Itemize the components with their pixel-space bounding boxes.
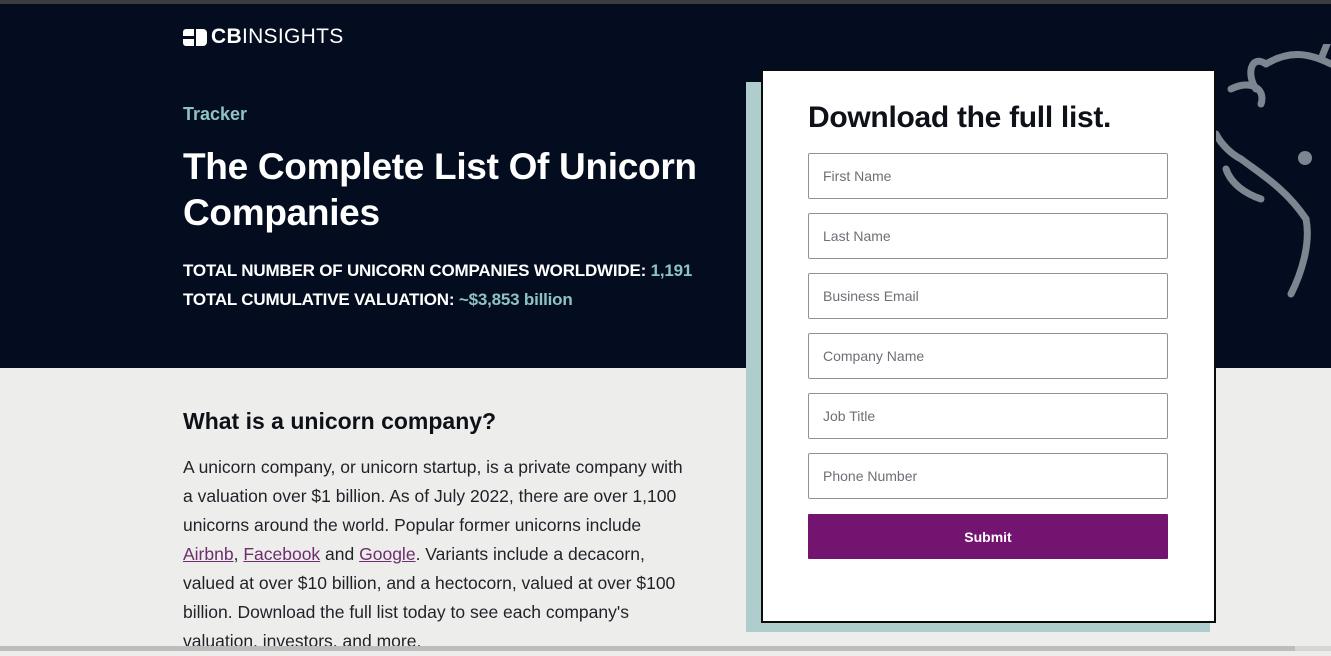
stat-label: TOTAL NUMBER OF UNICORN COMPANIES WORLDW… <box>183 261 647 280</box>
stat-label: TOTAL CUMULATIVE VALUATION: <box>183 290 455 309</box>
stat-total-unicorns: TOTAL NUMBER OF UNICORN COMPANIES WORLDW… <box>183 261 692 281</box>
horizontal-scrollbar[interactable] <box>0 646 1331 651</box>
scrollbar-thumb[interactable] <box>0 646 1295 651</box>
eyebrow-label: Tracker <box>183 104 248 124</box>
job-title-field[interactable] <box>808 393 1168 439</box>
link-airbnb[interactable]: Airbnb <box>183 544 234 564</box>
logo-mark-icon <box>183 28 207 46</box>
stat-value: ~$3,853 billion <box>458 290 573 309</box>
company-name-field[interactable] <box>808 333 1168 379</box>
link-google[interactable]: Google <box>359 544 415 564</box>
submit-button[interactable]: Submit <box>808 514 1168 559</box>
page-title: The Complete List Of Unicorn Companies <box>183 146 697 233</box>
phone-number-field[interactable] <box>808 453 1168 499</box>
body-text: , <box>233 544 244 564</box>
link-facebook[interactable]: Facebook <box>243 544 320 564</box>
form-title: Download the full list. <box>808 101 1112 134</box>
stat-value: 1,191 <box>650 261 693 280</box>
download-form-card: Download the full list. Submit <box>761 69 1216 623</box>
body-text: and <box>320 544 360 564</box>
body-text: A unicorn company, or unicorn startup, i… <box>183 457 683 535</box>
section-body: A unicorn company, or unicorn startup, i… <box>183 453 683 656</box>
last-name-field[interactable] <box>808 213 1168 259</box>
first-name-field[interactable] <box>808 153 1168 199</box>
cb-insights-logo[interactable]: CBINSIGHTS <box>183 26 344 48</box>
stat-total-valuation: TOTAL CUMULATIVE VALUATION: ~$3,853 bill… <box>183 290 573 310</box>
business-email-field[interactable] <box>808 273 1168 319</box>
section-heading: What is a unicorn company? <box>183 408 497 434</box>
unicorn-illustration <box>1212 44 1331 298</box>
logo-wordmark: CBINSIGHTS <box>211 25 344 48</box>
